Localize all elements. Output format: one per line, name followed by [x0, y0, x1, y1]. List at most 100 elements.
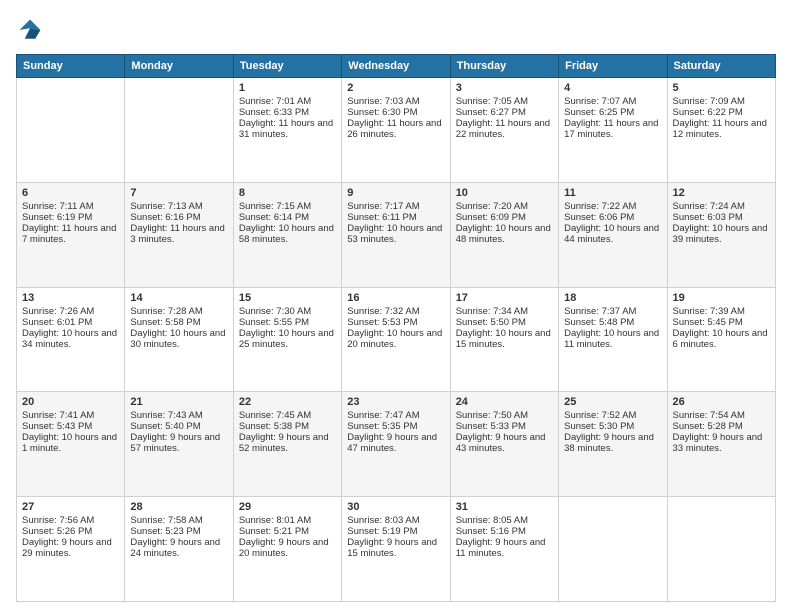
cell-data-line: Daylight: 10 hours and 11 minutes. — [564, 328, 661, 350]
weekday-header-friday: Friday — [559, 55, 667, 78]
cell-data-line: Sunset: 5:21 PM — [239, 526, 336, 537]
weekday-header-sunday: Sunday — [17, 55, 125, 78]
cell-data-line: Sunset: 5:38 PM — [239, 421, 336, 432]
day-number: 17 — [456, 292, 553, 304]
cell-data-line: Daylight: 10 hours and 15 minutes. — [456, 328, 553, 350]
calendar-cell-1 — [125, 78, 233, 183]
cell-data-line: Sunset: 6:25 PM — [564, 107, 661, 118]
cell-data-line: Daylight: 10 hours and 25 minutes. — [239, 328, 336, 350]
cell-data-line: Sunset: 5:35 PM — [347, 421, 444, 432]
cell-data-line: Sunrise: 7:17 AM — [347, 201, 444, 212]
cell-data-line: Daylight: 10 hours and 53 minutes. — [347, 223, 444, 245]
cell-data-line: Daylight: 10 hours and 39 minutes. — [673, 223, 770, 245]
cell-data-line: Sunrise: 8:01 AM — [239, 515, 336, 526]
cell-data-line: Daylight: 9 hours and 11 minutes. — [456, 537, 553, 559]
cell-data-line: Daylight: 10 hours and 30 minutes. — [130, 328, 227, 350]
cell-data-line: Sunrise: 7:15 AM — [239, 201, 336, 212]
calendar-cell-25: 24Sunrise: 7:50 AMSunset: 5:33 PMDayligh… — [450, 392, 558, 497]
cell-data-line: Daylight: 10 hours and 34 minutes. — [22, 328, 119, 350]
day-number: 18 — [564, 292, 661, 304]
cell-data-line: Sunrise: 7:37 AM — [564, 306, 661, 317]
cell-data-line: Sunrise: 7:43 AM — [130, 410, 227, 421]
cell-data-line: Sunset: 5:48 PM — [564, 317, 661, 328]
cell-data-line: Daylight: 10 hours and 20 minutes. — [347, 328, 444, 350]
calendar-cell-32: 31Sunrise: 8:05 AMSunset: 5:16 PMDayligh… — [450, 497, 558, 602]
day-number: 8 — [239, 187, 336, 199]
cell-data-line: Sunset: 6:06 PM — [564, 212, 661, 223]
cell-data-line: Daylight: 11 hours and 12 minutes. — [673, 118, 770, 140]
day-number: 31 — [456, 501, 553, 513]
cell-data-line: Sunset: 6:30 PM — [347, 107, 444, 118]
cell-data-line: Sunset: 6:11 PM — [347, 212, 444, 223]
cell-data-line: Sunrise: 7:28 AM — [130, 306, 227, 317]
cell-data-line: Daylight: 10 hours and 58 minutes. — [239, 223, 336, 245]
calendar-cell-30: 29Sunrise: 8:01 AMSunset: 5:21 PMDayligh… — [233, 497, 341, 602]
cell-data-line: Sunrise: 7:24 AM — [673, 201, 770, 212]
cell-data-line: Daylight: 10 hours and 1 minute. — [22, 432, 119, 454]
cell-data-line: Sunset: 6:16 PM — [130, 212, 227, 223]
cell-data-line: Sunrise: 7:34 AM — [456, 306, 553, 317]
cell-data-line: Sunrise: 7:45 AM — [239, 410, 336, 421]
day-number: 12 — [673, 187, 770, 199]
cell-data-line: Daylight: 11 hours and 7 minutes. — [22, 223, 119, 245]
cell-data-line: Sunrise: 8:05 AM — [456, 515, 553, 526]
day-number: 26 — [673, 396, 770, 408]
cell-data-line: Sunset: 6:03 PM — [673, 212, 770, 223]
calendar-cell-34 — [667, 497, 775, 602]
page: SundayMondayTuesdayWednesdayThursdayFrid… — [0, 0, 792, 612]
cell-data-line: Daylight: 11 hours and 31 minutes. — [239, 118, 336, 140]
cell-data-line: Sunrise: 7:01 AM — [239, 96, 336, 107]
cell-data-line: Sunset: 5:45 PM — [673, 317, 770, 328]
calendar-cell-11: 10Sunrise: 7:20 AMSunset: 6:09 PMDayligh… — [450, 182, 558, 287]
cell-data-line: Sunrise: 7:26 AM — [22, 306, 119, 317]
cell-data-line: Sunset: 6:33 PM — [239, 107, 336, 118]
day-number: 13 — [22, 292, 119, 304]
cell-data-line: Sunset: 5:26 PM — [22, 526, 119, 537]
cell-data-line: Sunset: 5:23 PM — [130, 526, 227, 537]
day-number: 14 — [130, 292, 227, 304]
day-number: 15 — [239, 292, 336, 304]
cell-data-line: Sunset: 6:22 PM — [673, 107, 770, 118]
cell-data-line: Sunset: 6:09 PM — [456, 212, 553, 223]
cell-data-line: Sunrise: 7:03 AM — [347, 96, 444, 107]
weekday-header-wednesday: Wednesday — [342, 55, 450, 78]
calendar-cell-12: 11Sunrise: 7:22 AMSunset: 6:06 PMDayligh… — [559, 182, 667, 287]
weekday-header-saturday: Saturday — [667, 55, 775, 78]
week-row-4: 20Sunrise: 7:41 AMSunset: 5:43 PMDayligh… — [17, 392, 776, 497]
cell-data-line: Daylight: 9 hours and 57 minutes. — [130, 432, 227, 454]
day-number: 7 — [130, 187, 227, 199]
calendar-cell-31: 30Sunrise: 8:03 AMSunset: 5:19 PMDayligh… — [342, 497, 450, 602]
calendar-cell-7: 6Sunrise: 7:11 AMSunset: 6:19 PMDaylight… — [17, 182, 125, 287]
cell-data-line: Sunrise: 7:58 AM — [130, 515, 227, 526]
cell-data-line: Daylight: 11 hours and 26 minutes. — [347, 118, 444, 140]
day-number: 22 — [239, 396, 336, 408]
cell-data-line: Daylight: 9 hours and 47 minutes. — [347, 432, 444, 454]
cell-data-line: Daylight: 9 hours and 52 minutes. — [239, 432, 336, 454]
cell-data-line: Sunset: 5:58 PM — [130, 317, 227, 328]
cell-data-line: Sunrise: 7:47 AM — [347, 410, 444, 421]
cell-data-line: Daylight: 10 hours and 6 minutes. — [673, 328, 770, 350]
cell-data-line: Daylight: 9 hours and 33 minutes. — [673, 432, 770, 454]
cell-data-line: Sunset: 5:55 PM — [239, 317, 336, 328]
calendar-cell-4: 3Sunrise: 7:05 AMSunset: 6:27 PMDaylight… — [450, 78, 558, 183]
week-row-3: 13Sunrise: 7:26 AMSunset: 6:01 PMDayligh… — [17, 287, 776, 392]
calendar-cell-16: 15Sunrise: 7:30 AMSunset: 5:55 PMDayligh… — [233, 287, 341, 392]
cell-data-line: Sunset: 5:33 PM — [456, 421, 553, 432]
week-row-2: 6Sunrise: 7:11 AMSunset: 6:19 PMDaylight… — [17, 182, 776, 287]
day-number: 23 — [347, 396, 444, 408]
day-number: 11 — [564, 187, 661, 199]
calendar-cell-5: 4Sunrise: 7:07 AMSunset: 6:25 PMDaylight… — [559, 78, 667, 183]
day-number: 20 — [22, 396, 119, 408]
cell-data-line: Daylight: 11 hours and 3 minutes. — [130, 223, 227, 245]
day-number: 19 — [673, 292, 770, 304]
calendar-cell-18: 17Sunrise: 7:34 AMSunset: 5:50 PMDayligh… — [450, 287, 558, 392]
cell-data-line: Sunrise: 7:54 AM — [673, 410, 770, 421]
cell-data-line: Sunrise: 7:52 AM — [564, 410, 661, 421]
day-number: 5 — [673, 82, 770, 94]
cell-data-line: Sunset: 5:19 PM — [347, 526, 444, 537]
cell-data-line: Sunrise: 7:39 AM — [673, 306, 770, 317]
calendar-cell-23: 22 Sunrise: 7:45 AMSunset: 5:38 PMDayligh… — [233, 392, 341, 497]
calendar-cell-24: 23 Sunrise: 7:47 AMSunset: 5:35 PMDayligh… — [342, 392, 450, 497]
cell-data-line: Sunrise: 7:07 AM — [564, 96, 661, 107]
calendar-cell-29: 28Sunrise: 7:58 AMSunset: 5:23 PMDayligh… — [125, 497, 233, 602]
